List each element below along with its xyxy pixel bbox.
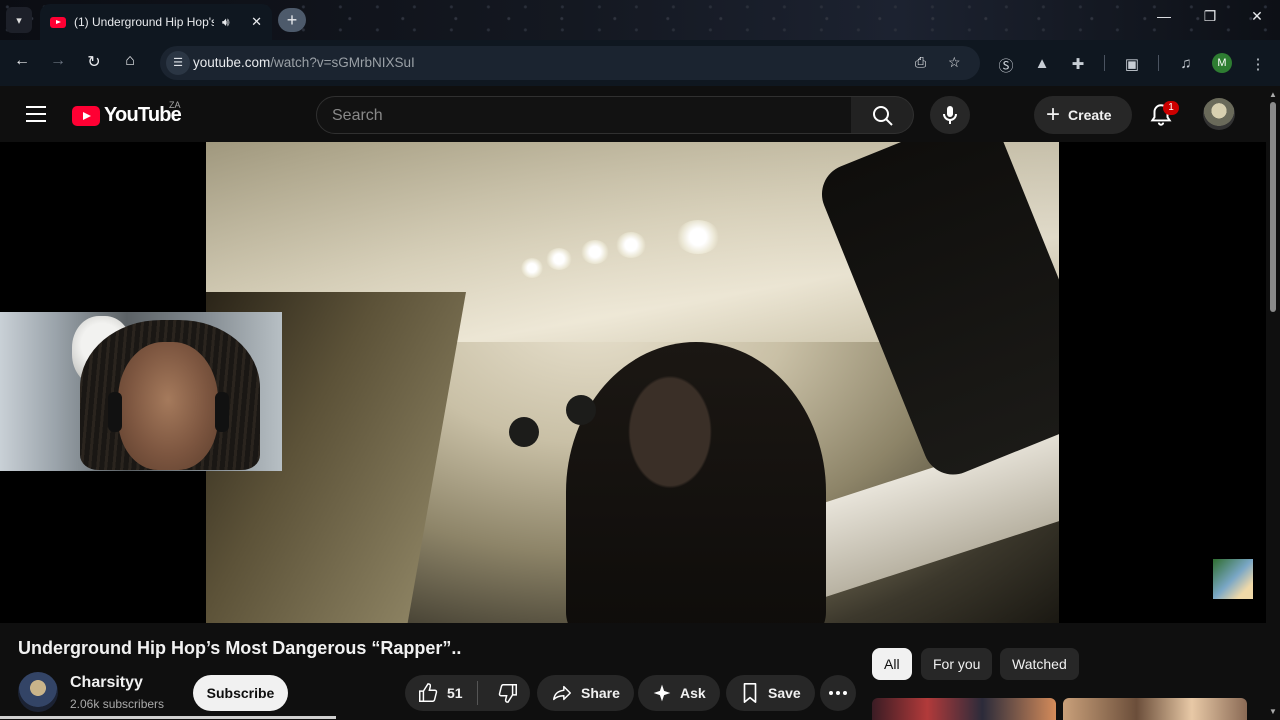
extensions-puzzle-icon[interactable]: ✚ <box>1068 55 1088 73</box>
tab-search-button[interactable]: ▾ <box>6 7 32 33</box>
like-count: 51 <box>447 685 463 701</box>
channel-name[interactable]: Charsityy <box>70 674 143 692</box>
chip-all[interactable]: All <box>872 648 912 680</box>
extension-s-icon[interactable]: Ⓢ <box>996 55 1016 76</box>
voice-search-button[interactable] <box>930 96 970 134</box>
ask-button[interactable]: Ask <box>638 675 720 711</box>
search-input[interactable]: Search <box>316 96 852 134</box>
webcam-headphone <box>108 392 122 432</box>
new-tab-button[interactable]: + <box>278 8 306 32</box>
speaker-icon[interactable]: 🔊︎ <box>222 15 230 30</box>
recommendation-thumbnail[interactable] <box>1063 698 1247 720</box>
toolbar-separator <box>1104 55 1105 71</box>
window-close-icon[interactable]: ✕ <box>1245 8 1269 25</box>
page-scrollbar[interactable]: ▲ ▼ <box>1266 86 1280 720</box>
share-arrow-icon <box>553 685 571 701</box>
create-label: Create <box>1068 107 1112 123</box>
install-app-icon[interactable]: ⎙ <box>915 54 926 71</box>
channel-avatar[interactable] <box>18 672 58 712</box>
like-dislike-group: 51 <box>405 675 530 711</box>
notification-badge: 1 <box>1163 101 1179 115</box>
address-bar[interactable]: ☰ youtube.com/watch?v=sGMrbNIXSuI ⎙ ☆ <box>160 46 980 80</box>
like-divider <box>476 681 478 705</box>
country-code: ZA <box>169 100 181 110</box>
minimize-icon[interactable]: — <box>1152 8 1176 24</box>
create-button[interactable]: + Create <box>1034 96 1132 134</box>
scroll-up-icon[interactable]: ▲ <box>1269 90 1277 99</box>
search-button[interactable] <box>851 96 914 134</box>
video-title: Underground Hip Hop’s Most Dangerous “Ra… <box>18 638 462 658</box>
media-control-icon[interactable]: ♫ <box>1176 55 1196 72</box>
video-frame-speaker <box>566 395 596 425</box>
thumbs-down-icon <box>498 684 517 703</box>
more-horizontal-icon <box>829 691 847 695</box>
scrollbar-thumb[interactable] <box>1270 102 1276 312</box>
subscribe-button[interactable]: Subscribe <box>193 675 288 711</box>
youtube-play-icon <box>72 105 100 126</box>
share-button[interactable]: Share <box>537 675 634 711</box>
browser-tab-strip: ▾ (1) Underground Hip Hop's 🔊︎ ✕ + — ❐ ✕ <box>0 0 1280 40</box>
tab-title: (1) Underground Hip Hop's <box>74 15 214 29</box>
webcam-overlay <box>0 312 282 471</box>
scroll-down-icon[interactable]: ▼ <box>1269 707 1277 716</box>
webcam-face <box>118 342 218 470</box>
profile-avatar[interactable]: M <box>1212 53 1232 73</box>
video-frame-light <box>581 240 609 264</box>
more-actions-button[interactable] <box>820 675 856 711</box>
browser-tab-active[interactable]: (1) Underground Hip Hop's 🔊︎ ✕ <box>40 4 272 40</box>
thumbs-up-icon <box>419 683 438 702</box>
account-avatar[interactable] <box>1203 98 1235 130</box>
subscriber-count: 2.06k subscribers <box>70 697 165 711</box>
video-frame-light <box>546 248 572 270</box>
save-label: Save <box>768 685 801 701</box>
like-button[interactable]: 51 <box>405 682 469 704</box>
ask-label: Ask <box>680 685 706 701</box>
video-frame-light <box>676 220 720 254</box>
url-text[interactable]: youtube.com/watch?v=sGMrbNIXSuI <box>193 55 415 70</box>
youtube-masthead: YouTube ZA Search + Create 1 <box>0 86 1266 142</box>
webcam-headphone <box>215 392 229 432</box>
video-frame-speaker <box>509 417 539 447</box>
chip-for-you[interactable]: For you <box>921 648 993 680</box>
video-frame-light <box>616 232 646 258</box>
restore-icon[interactable]: ❐ <box>1198 8 1222 25</box>
youtube-favicon-icon <box>50 16 66 28</box>
floating-avatar-image[interactable] <box>1213 559 1253 599</box>
save-button[interactable]: Save <box>726 675 815 711</box>
video-frame-light <box>521 258 543 278</box>
video-player[interactable] <box>206 142 1059 623</box>
youtube-logo[interactable]: YouTube <box>72 104 182 127</box>
video-frame-person <box>566 342 826 623</box>
side-panel-icon[interactable]: ▣ <box>1122 55 1142 73</box>
bookmark-star-icon[interactable]: ☆ <box>948 54 961 71</box>
chip-watched[interactable]: Watched <box>1000 648 1079 680</box>
search-placeholder: Search <box>332 107 383 124</box>
sparkle-icon <box>653 684 671 702</box>
browser-toolbar: ← → ↻ ⌂ ☰ youtube.com/watch?v=sGMrbNIXSu… <box>0 40 1280 86</box>
forward-icon[interactable]: → <box>47 52 69 70</box>
guide-menu-icon[interactable] <box>26 106 46 122</box>
bookmark-icon <box>743 683 757 703</box>
dislike-button[interactable] <box>485 682 530 704</box>
google-drive-icon[interactable]: ▲ <box>1032 55 1052 72</box>
browser-menu-icon[interactable]: ⋮ <box>1248 55 1268 73</box>
recommendation-thumbnail[interactable] <box>872 698 1056 720</box>
plus-icon: + <box>1046 101 1061 128</box>
share-label: Share <box>581 685 620 701</box>
tab-close-icon[interactable]: ✕ <box>251 14 262 30</box>
search-icon <box>873 106 893 126</box>
home-icon[interactable]: ⌂ <box>119 52 141 70</box>
microphone-icon <box>943 106 957 124</box>
reload-icon[interactable]: ↻ <box>83 52 105 72</box>
page-load-progress <box>0 716 336 719</box>
back-icon[interactable]: ← <box>11 52 33 70</box>
site-info-icon[interactable]: ☰ <box>166 51 190 75</box>
toolbar-separator <box>1158 55 1159 71</box>
